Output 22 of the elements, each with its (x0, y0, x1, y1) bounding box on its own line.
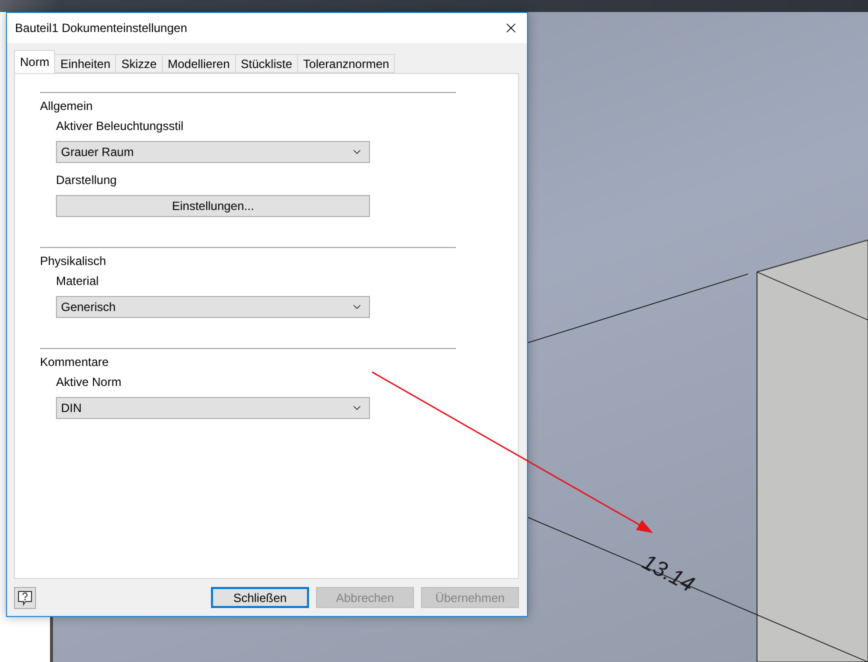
field-label: Aktive Norm (56, 375, 122, 389)
dropdown[interactable]: Generisch (56, 296, 370, 318)
tab[interactable]: Toleranznormen (297, 54, 396, 73)
help-icon (17, 590, 33, 606)
dropdown[interactable]: Grauer Raum (56, 141, 370, 163)
tab[interactable]: Norm (14, 50, 56, 73)
settings-button[interactable]: Einstellungen... (56, 195, 370, 217)
tab[interactable]: Modellieren (162, 54, 236, 73)
tab[interactable]: Skizze (115, 54, 163, 73)
window-title: Bauteil1 Dokumenteinstellungen (15, 21, 188, 35)
field-label: Darstellung (56, 173, 118, 187)
tab[interactable]: Einheiten (54, 54, 116, 73)
field-label: Aktiver Beleuchtungsstil (56, 119, 184, 133)
dropdown[interactable]: DIN (56, 397, 370, 419)
section-heading: Kommentare (40, 355, 110, 369)
section-heading: Physikalisch (40, 254, 108, 268)
dimension-label: 13.14 (638, 549, 699, 598)
help-button[interactable] (14, 586, 36, 608)
dialog-button[interactable]: Schließen (211, 587, 309, 608)
tab[interactable]: Stückliste (234, 54, 298, 73)
section-heading: Allgemein (40, 99, 94, 113)
field-label: Material (56, 274, 100, 288)
